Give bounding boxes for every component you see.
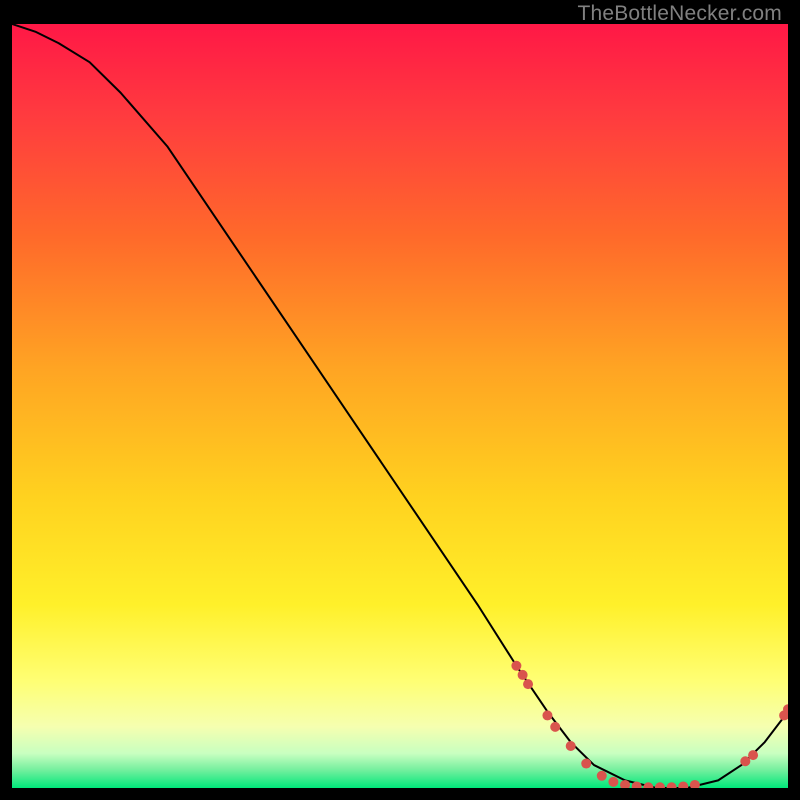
marker-dot [581,759,591,769]
marker-dot [518,670,528,680]
marker-dot [523,679,533,689]
marker-dot [748,750,758,760]
marker-dot [542,710,552,720]
gradient-background [12,24,788,788]
bottleneck-chart [12,24,788,788]
marker-dot [597,771,607,781]
attribution-text: TheBottleNecker.com [577,2,782,26]
marker-dot [511,661,521,671]
marker-dot [566,741,576,751]
marker-dot [608,777,618,787]
marker-dot [550,722,560,732]
